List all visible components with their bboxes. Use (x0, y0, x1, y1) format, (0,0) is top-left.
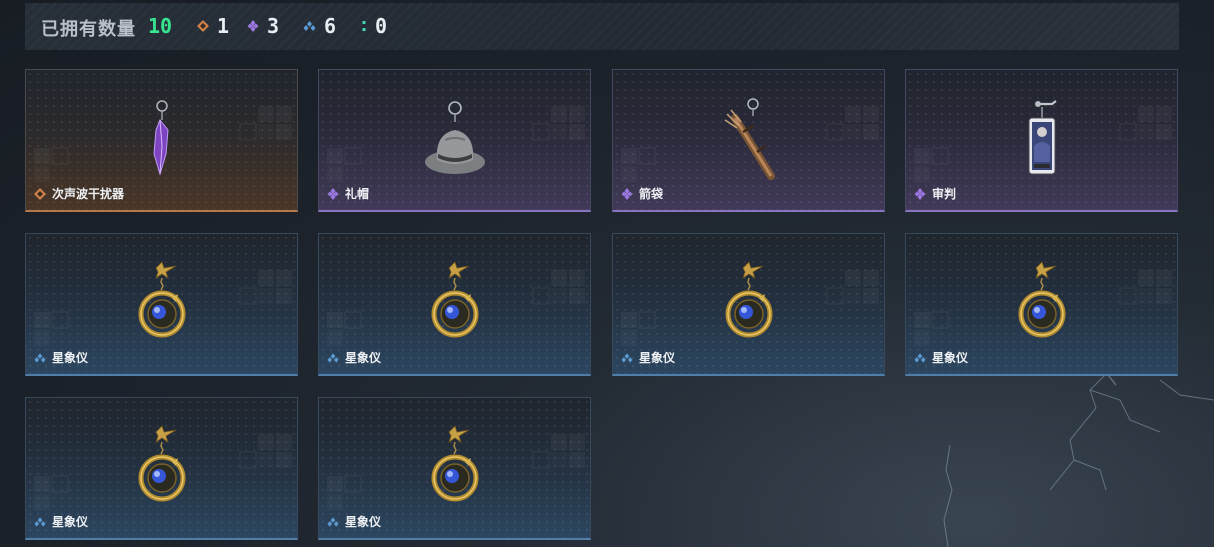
item-name: 星象仪 (52, 515, 89, 529)
dots-teal-icon (362, 21, 366, 31)
item-label-row: 星象仪 (34, 349, 88, 366)
purple-count: 3 (267, 14, 280, 38)
diamond-purple-icon (914, 188, 926, 200)
item-label-row: 星象仪 (34, 513, 88, 530)
owned-count-title: 已拥有数量 (41, 19, 136, 39)
orange-count: 1 (217, 14, 230, 38)
diamond-blue-icon (34, 516, 46, 528)
diamond-orange-icon (197, 20, 209, 32)
diamond-blue-icon (914, 352, 926, 364)
item-name: 星象仪 (52, 351, 89, 365)
item-label-row: 星象仪 (621, 349, 675, 366)
item-label-row: 次声波干扰器 (34, 185, 124, 202)
diamond-blue-icon (34, 352, 46, 364)
item-card[interactable]: 礼帽 (318, 69, 591, 212)
diamond-purple-icon (621, 188, 633, 200)
diamond-blue-icon (303, 21, 316, 31)
item-card[interactable]: 箭袋 (612, 69, 885, 212)
item-name: 星象仪 (345, 515, 382, 529)
orange-rarity-stat: 1 (197, 14, 229, 38)
owned-total-count: 10 (148, 14, 173, 38)
astrolabe-pendant-icon (1006, 260, 1078, 348)
item-card[interactable]: 星象仪 (318, 233, 591, 376)
item-label-row: 箭袋 (621, 185, 663, 202)
astrolabe-pendant-icon (126, 260, 198, 348)
diamond-orange-icon (34, 188, 46, 200)
gray-fedora-hat-icon (425, 101, 485, 174)
diamond-blue-icon (621, 352, 633, 364)
item-card[interactable]: 审判 (905, 69, 1178, 212)
purple-rarity-stat: 3 (247, 14, 279, 38)
teal-rarity-stat: 0 (361, 14, 387, 38)
item-card[interactable]: 星象仪 (612, 233, 885, 376)
item-name: 星象仪 (639, 351, 676, 365)
item-card[interactable]: 星象仪 (25, 233, 298, 376)
arrow-quiver-icon (724, 98, 775, 180)
item-label-row: 审判 (914, 185, 956, 202)
item-name: 次声波干扰器 (52, 187, 125, 201)
item-name: 星象仪 (932, 351, 969, 365)
card-keychain-icon (1028, 100, 1057, 175)
diamond-purple-icon (247, 20, 259, 32)
astrolabe-pendant-icon (713, 260, 785, 348)
lightning-background (943, 360, 1214, 547)
item-name: 星象仪 (345, 351, 382, 365)
item-card[interactable]: 星象仪 (905, 233, 1178, 376)
blue-rarity-stat: 6 (303, 14, 336, 38)
astrolabe-pendant-icon (419, 260, 491, 348)
item-card[interactable]: 星象仪 (318, 397, 591, 540)
item-card[interactable]: 次声波干扰器 (25, 69, 298, 212)
purple-crystal-pendant-icon (153, 100, 169, 176)
owned-count-header: 已拥有数量 10 1 3 6 0 (25, 3, 1179, 50)
diamond-purple-icon (327, 188, 339, 200)
item-card[interactable]: 星象仪 (25, 397, 298, 540)
item-label-row: 星象仪 (327, 349, 381, 366)
item-label-row: 星象仪 (914, 349, 968, 366)
teal-count: 0 (375, 14, 388, 38)
item-name: 箭袋 (639, 187, 664, 201)
item-name: 审判 (932, 187, 957, 201)
item-label-row: 礼帽 (327, 185, 369, 202)
diamond-blue-icon (327, 516, 339, 528)
item-name: 礼帽 (345, 187, 370, 201)
diamond-blue-icon (327, 352, 339, 364)
blue-count: 6 (324, 14, 337, 38)
astrolabe-pendant-icon (126, 424, 198, 512)
item-label-row: 星象仪 (327, 513, 381, 530)
astrolabe-pendant-icon (419, 424, 491, 512)
